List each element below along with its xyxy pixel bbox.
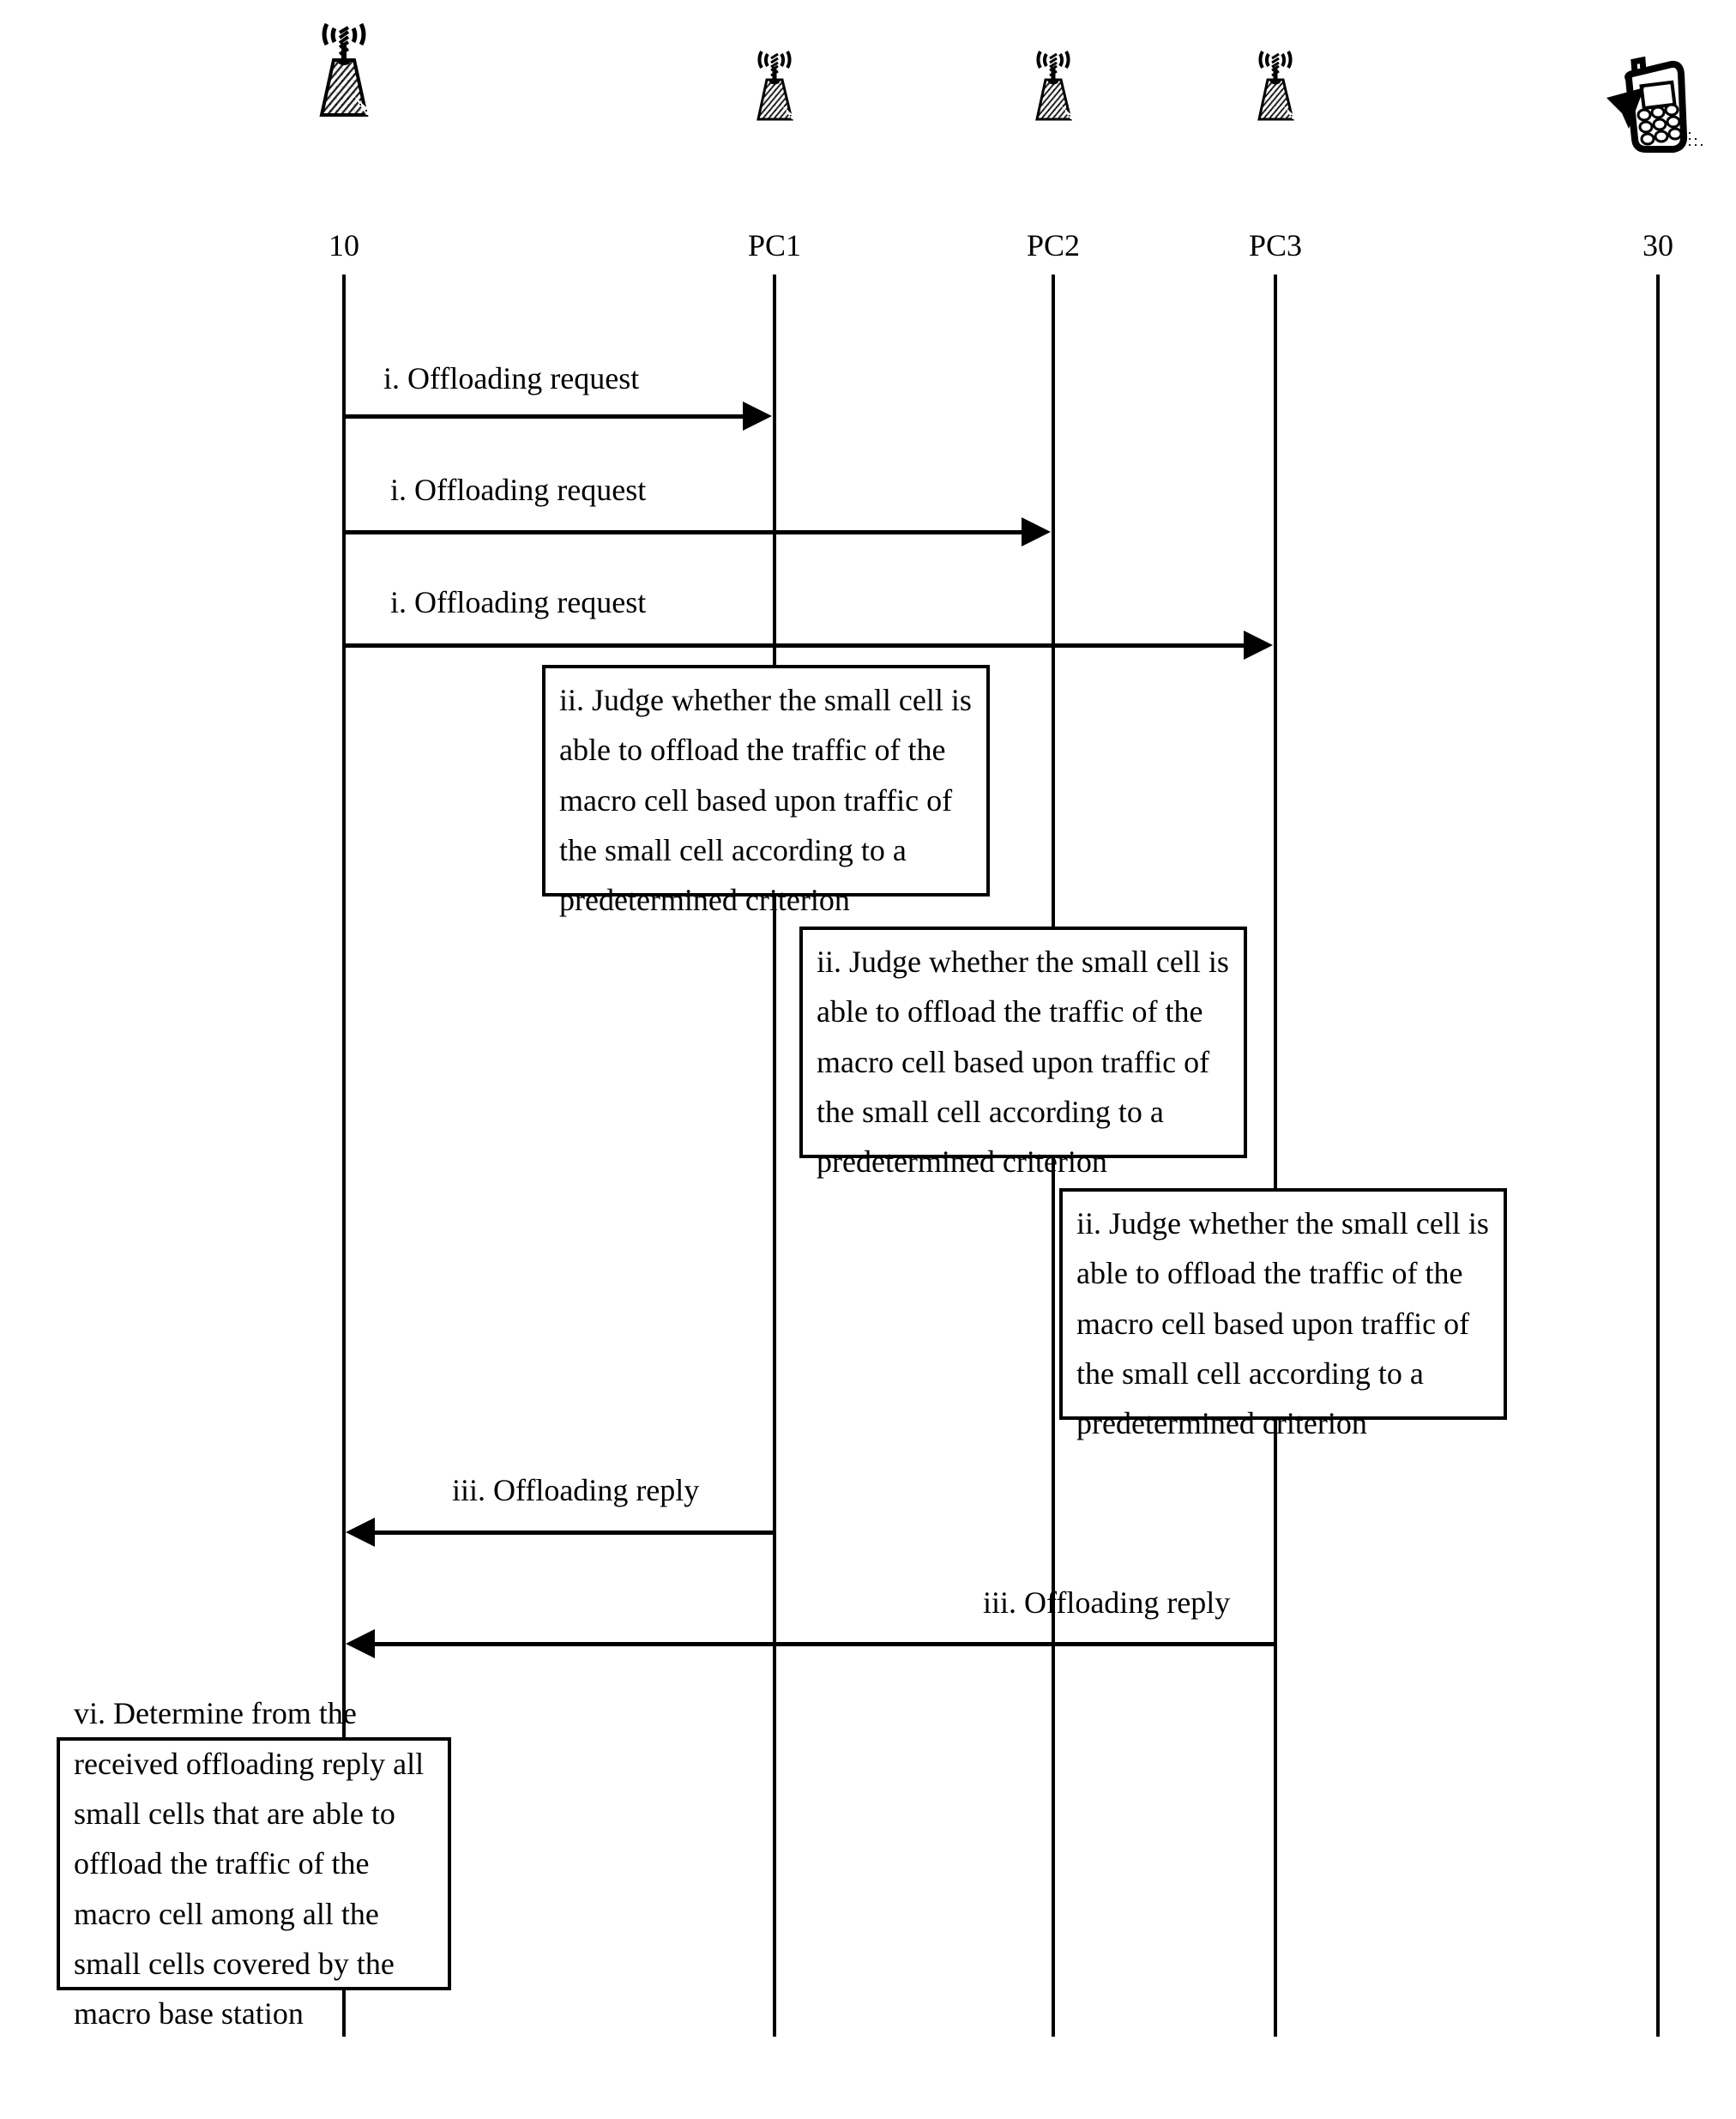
message-label: iii. Offloading reply [983, 1585, 1231, 1620]
mobile-phone-icon [1598, 53, 1718, 156]
lifeline-pc3 [1274, 275, 1277, 2037]
antenna-icon [1016, 47, 1090, 124]
message-arrow [344, 643, 1247, 648]
message-label: i. Offloading request [390, 473, 647, 507]
message-arrow [375, 1642, 1277, 1646]
antenna-icon [1239, 47, 1312, 124]
message-arrow [344, 414, 745, 419]
message-arrow [375, 1530, 776, 1535]
message-label: i. Offloading request [383, 361, 640, 395]
process-box-text: vi. Determine from the received offloadi… [74, 1696, 425, 2031]
process-box: ii. Judge whether the small cell is able… [799, 927, 1247, 1179]
actor-label-ue: 30 [1643, 228, 1673, 263]
process-box: ii. Judge whether the small cell is able… [542, 665, 990, 917]
actor-label-pc3: PC3 [1248, 228, 1303, 263]
message-label: iii. Offloading reply [452, 1473, 700, 1507]
sequence-diagram-canvas: 10 PC1 PC2 PC3 30 i. Offloading request … [0, 0, 1736, 2119]
process-box: vi. Determine from the received offloadi… [57, 1696, 451, 2031]
lifeline-ue [1656, 275, 1660, 2037]
message-label: i. Offloading request [390, 585, 647, 619]
actor-label-pc2: PC2 [1026, 228, 1081, 263]
arrow-head-icon [1022, 517, 1051, 546]
antenna-icon [738, 47, 811, 124]
arrow-head-icon [1244, 631, 1273, 660]
arrow-head-icon [743, 401, 772, 431]
process-box: ii. Judge whether the small cell is able… [1059, 1188, 1507, 1440]
arrow-head-icon [346, 1629, 375, 1658]
actor-label-macro: 10 [329, 228, 359, 263]
actor-label-pc1: PC1 [747, 228, 802, 263]
antenna-icon [292, 19, 395, 122]
arrow-head-icon [346, 1518, 375, 1547]
lifeline-pc1 [773, 275, 776, 2037]
message-arrow [344, 530, 1025, 534]
